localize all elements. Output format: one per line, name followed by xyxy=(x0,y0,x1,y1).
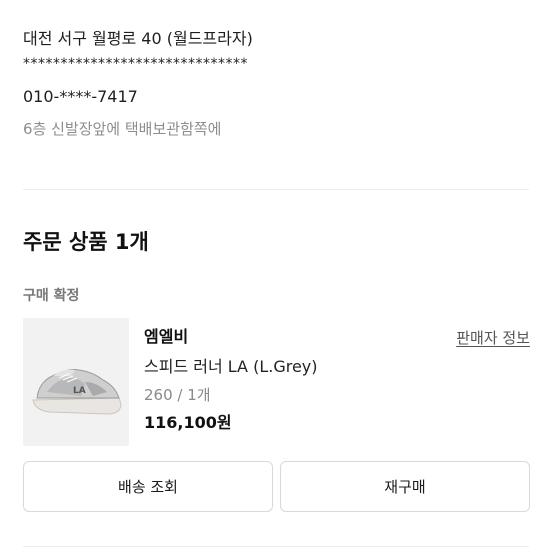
product-price: 116,100원 xyxy=(144,413,232,432)
phone-number: 010-****-7417 xyxy=(23,87,138,106)
product-info: 엠엘비 스피드 러너 LA (L.Grey) 260 / 1개 116,100원 xyxy=(144,326,318,434)
sneaker-image: LA xyxy=(23,318,129,446)
seller-info-link[interactable]: 판매자 정보 xyxy=(456,327,530,348)
bottom-divider xyxy=(23,546,529,547)
delivery-memo: 6층 신발장앞에 택배보관함쪽에 xyxy=(23,120,222,138)
section-divider xyxy=(23,189,529,190)
svg-text:LA: LA xyxy=(73,386,86,396)
product-name[interactable]: 스피드 러너 LA (L.Grey) xyxy=(144,356,318,378)
track-delivery-button[interactable]: 배송 조회 xyxy=(23,461,273,512)
order-status-label: 구매 확정 xyxy=(23,288,80,304)
rebuy-button[interactable]: 재구매 xyxy=(280,461,530,512)
shipping-address-block: 대전 서구 월평로 40 (월드프라자) *******************… xyxy=(23,28,533,140)
order-items-title: 주문 상품 1개 xyxy=(23,230,149,254)
address-line: 대전 서구 월평로 40 (월드프라자) xyxy=(23,29,253,48)
product-brand: 엠엘비 xyxy=(144,327,189,346)
product-thumbnail[interactable]: LA xyxy=(23,318,129,446)
address-detail-masked: ****************************** xyxy=(23,56,248,72)
product-card: LA 엠엘비 스피드 러너 LA (L.Grey) 260 / 1개 116,1… xyxy=(23,318,530,446)
product-option: 260 / 1개 xyxy=(144,386,211,404)
